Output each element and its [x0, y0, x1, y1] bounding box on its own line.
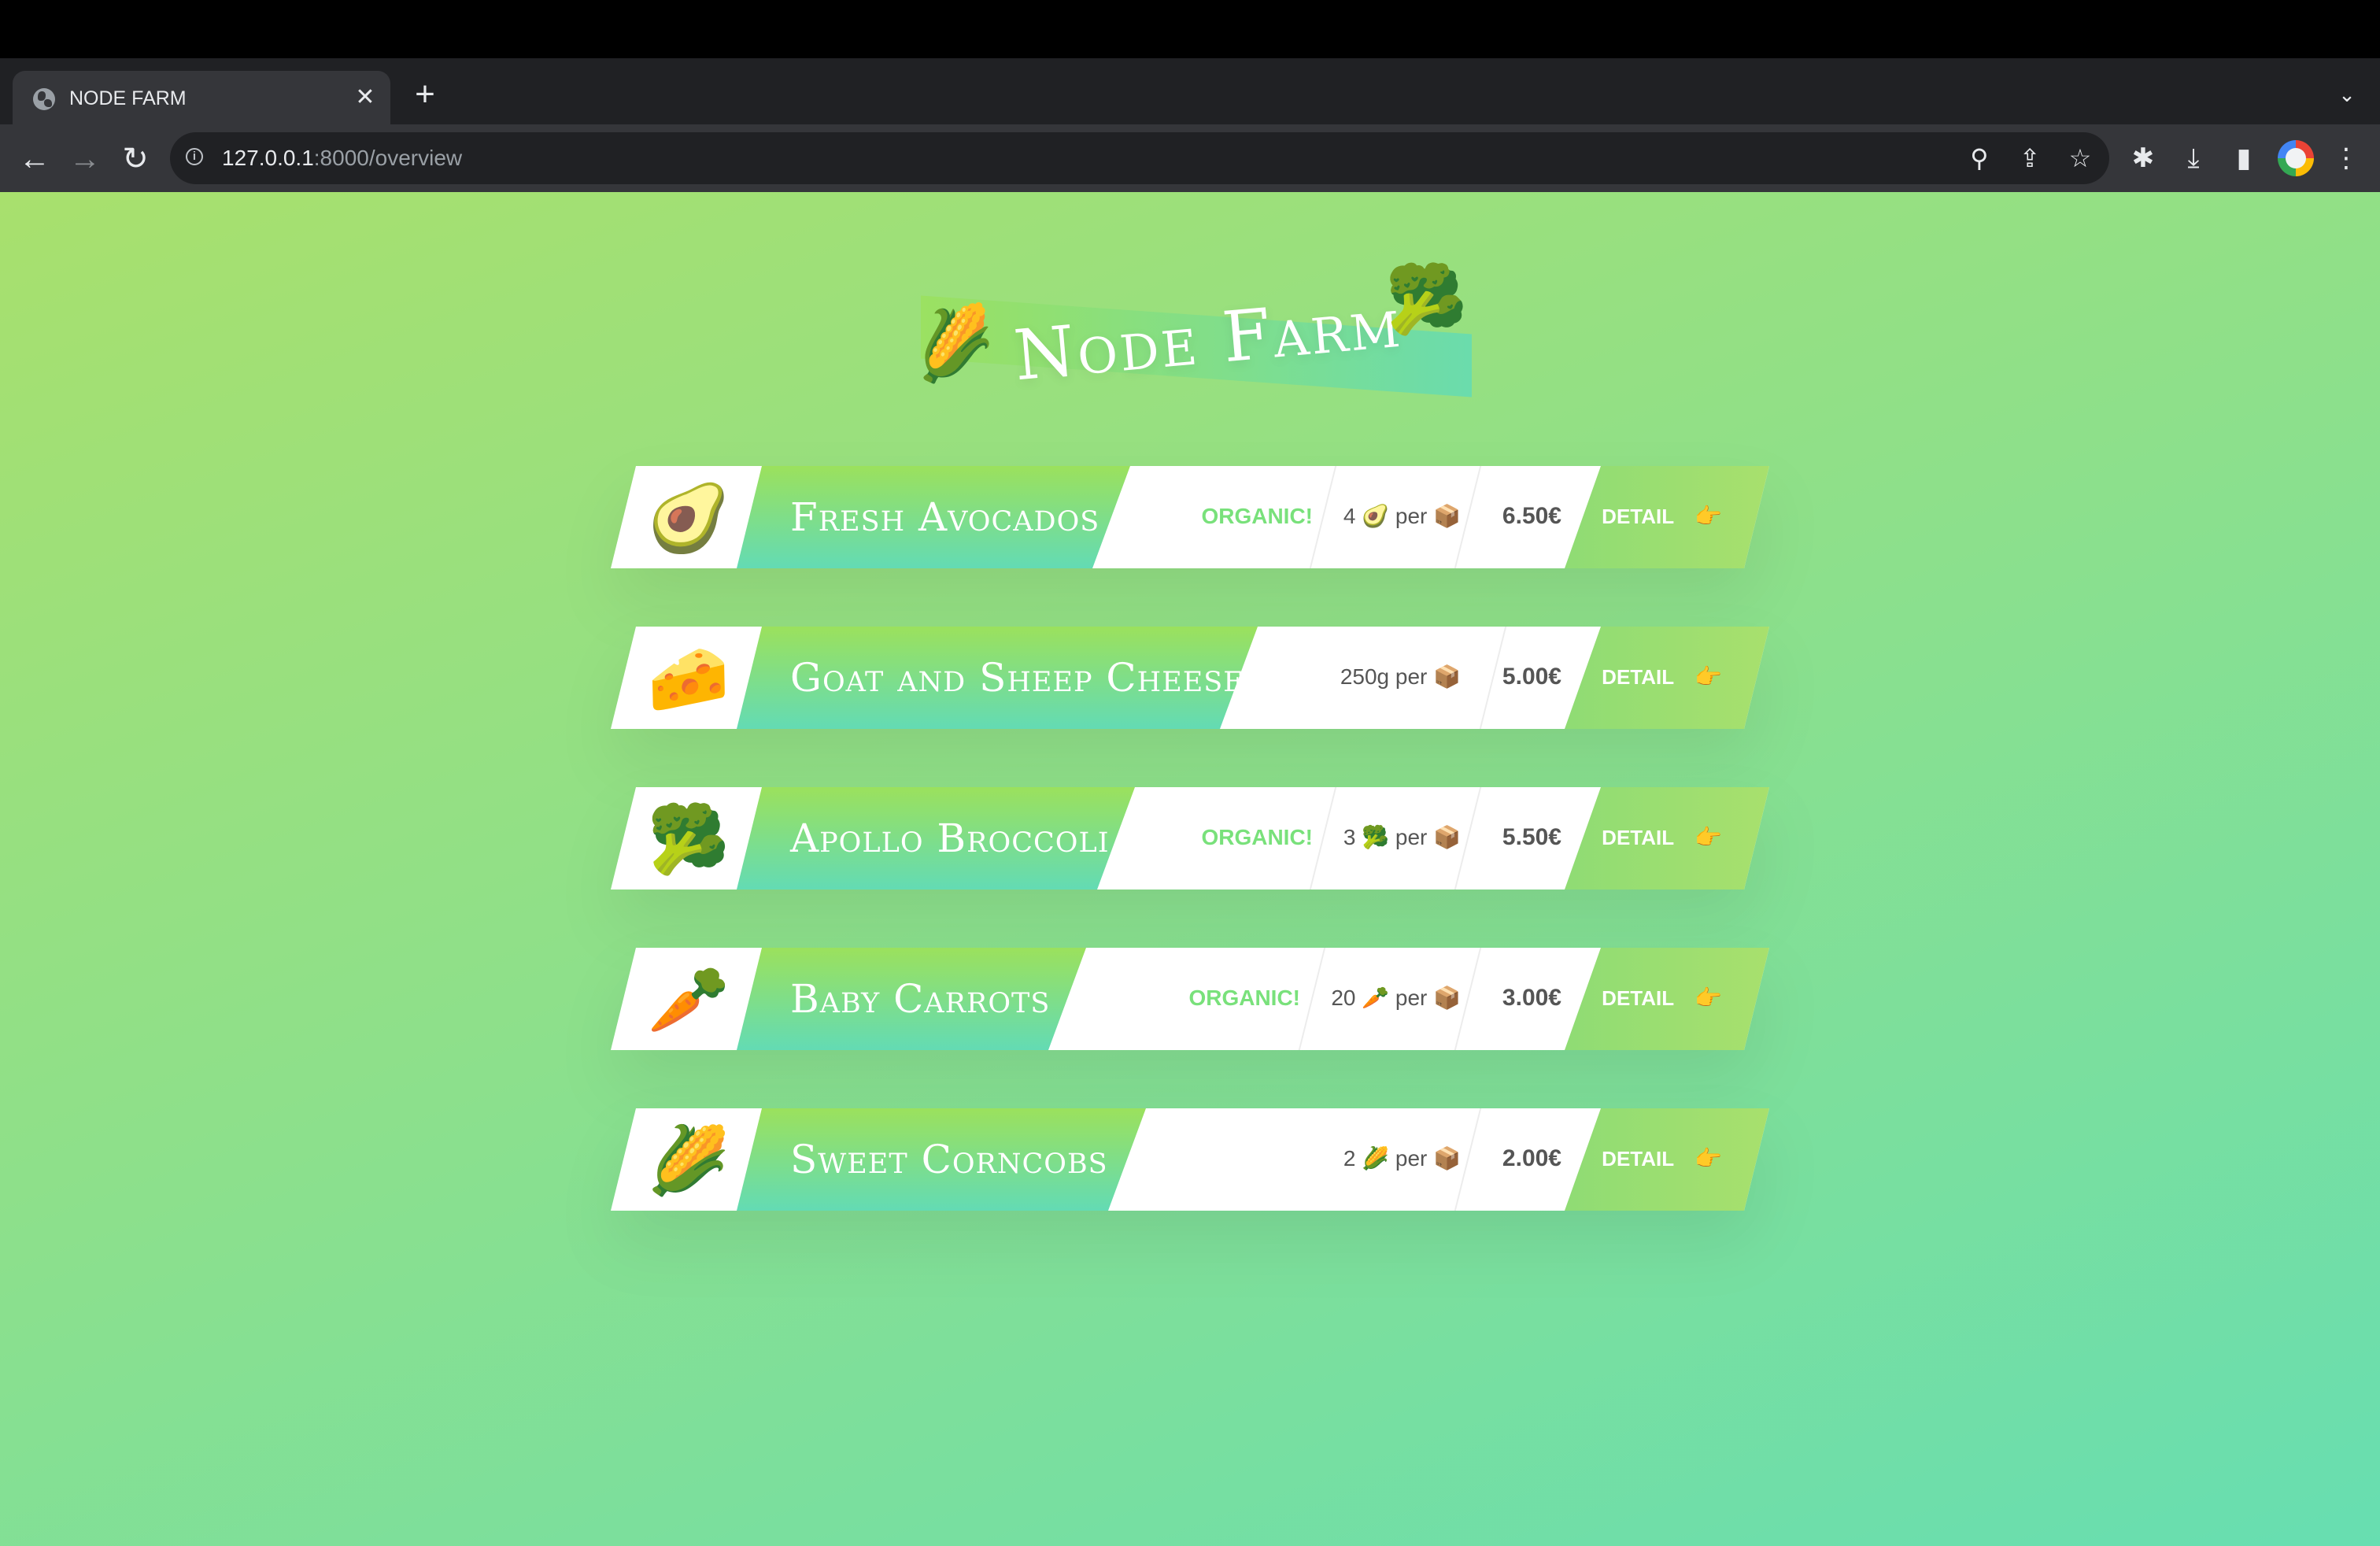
close-tab-icon[interactable]: ✕	[351, 83, 379, 112]
product-quantity: 250g per 📦	[1340, 664, 1461, 689]
tab-search-chevron-icon[interactable]: ⌄	[2330, 77, 2364, 112]
zoom-icon[interactable]: ⚲	[1963, 142, 1996, 175]
download-icon[interactable]: ⤓	[2175, 140, 2212, 176]
product-name: Apollo Broccoli	[790, 816, 1110, 861]
broccoli-icon: 🥦	[647, 802, 730, 876]
tab-title: NODE FARM	[69, 87, 187, 109]
detail-label: Detail	[1602, 986, 1675, 1010]
product-quantity: 4 🥑 per 📦	[1343, 504, 1461, 528]
product-name: Sweet Corncobs	[790, 1137, 1108, 1182]
corn-icon: 🌽	[647, 1123, 730, 1197]
product-name: Fresh Avocados	[790, 494, 1100, 540]
detail-label: Detail	[1602, 826, 1675, 849]
organic-badge: Organic!	[1201, 825, 1313, 849]
globe-icon	[33, 88, 55, 110]
carrot-icon: 🥕	[647, 963, 730, 1037]
detail-link[interactable]: Detail 👉	[1602, 501, 1722, 532]
new-tab-button[interactable]: +	[406, 76, 444, 113]
detail-label: Detail	[1602, 505, 1675, 528]
cheese-icon: 🧀	[647, 642, 730, 716]
bookmark-star-icon[interactable]: ☆	[2064, 142, 2097, 175]
product-card: 🥑 Fresh Avocados Organic! 4 🥑 per 📦 6.50…	[611, 466, 1769, 568]
detail-link[interactable]: Detail 👉	[1602, 1143, 1722, 1174]
product-price: 6.50€	[1502, 503, 1561, 529]
organic-badge: Organic!	[1188, 986, 1300, 1010]
pointing-hand-icon: 👉	[1694, 825, 1722, 849]
organic-badge: Organic!	[1201, 504, 1313, 528]
product-name: Goat and Sheep Cheese	[790, 655, 1244, 701]
detail-label: Detail	[1602, 1147, 1675, 1171]
side-panel-icon[interactable]: ▮	[2226, 140, 2262, 176]
product-name: Baby Carrots	[790, 976, 1051, 1022]
forward-arrow-icon[interactable]: →	[65, 139, 105, 179]
url-path: :8000/overview	[313, 146, 463, 170]
product-card: 🥦 Apollo Broccoli Organic! 3 🥦 per 📦 5.5…	[611, 787, 1769, 890]
avocado-icon: 🥑	[647, 481, 730, 555]
product-card: 🧀 Goat and Sheep Cheese 250g per 📦 5.00€…	[611, 627, 1769, 729]
broccoli-icon: 🥦	[1385, 262, 1468, 336]
product-card: 🥕 Baby Carrots Organic! 20 🥕 per 📦 3.00€…	[611, 948, 1769, 1050]
pointing-hand-icon: 👉	[1694, 986, 1722, 1010]
detail-link[interactable]: Detail 👉	[1602, 822, 1722, 853]
product-price: 5.00€	[1502, 664, 1561, 690]
pointing-hand-icon: 👉	[1694, 1146, 1722, 1171]
browser-menu-icon[interactable]: ⋮	[2328, 140, 2364, 176]
extensions-puzzle-icon[interactable]: ✱	[2125, 140, 2161, 176]
product-quantity: 3 🥦 per 📦	[1343, 825, 1461, 849]
corn-icon: 🌽	[907, 299, 1001, 387]
product-quantity: 2 🌽 per 📦	[1343, 1146, 1461, 1171]
url-text[interactable]: 127.0.0.1:8000/overview	[222, 145, 462, 172]
product-price: 5.50€	[1502, 824, 1561, 850]
address-bar[interactable]: i 127.0.0.1:8000/overview ⚲ ⇪ ☆	[170, 132, 2109, 184]
detail-link[interactable]: Detail 👉	[1602, 982, 1722, 1014]
back-arrow-icon[interactable]: ←	[14, 139, 55, 179]
reload-icon[interactable]: ↻	[115, 139, 156, 179]
browser-tab-strip: NODE FARM ✕ + ⌄	[0, 58, 2380, 124]
profile-avatar[interactable]	[2278, 140, 2314, 176]
browser-tab[interactable]: NODE FARM ✕	[13, 71, 390, 124]
detail-label: Detail	[1602, 665, 1675, 689]
page-content: 🌽 Node Farm 🥦 🥑 Fresh Avocados Organic! …	[0, 192, 2380, 1546]
product-list: 🥑 Fresh Avocados Organic! 4 🥑 per 📦 6.50…	[611, 466, 1769, 1269]
pointing-hand-icon: 👉	[1694, 664, 1722, 689]
product-quantity: 20 🥕 per 📦	[1331, 986, 1461, 1010]
product-price: 3.00€	[1502, 985, 1561, 1011]
site-logo: 🌽 Node Farm 🥦	[907, 236, 1480, 398]
share-icon[interactable]: ⇪	[2013, 142, 2046, 175]
pointing-hand-icon: 👉	[1694, 504, 1722, 528]
browser-toolbar: ← → ↻ i 127.0.0.1:8000/overview ⚲ ⇪ ☆ ✱ …	[0, 124, 2380, 192]
product-card: 🌽 Sweet Corncobs 2 🌽 per 📦 2.00€ Detail 👉	[611, 1108, 1769, 1211]
site-info-icon[interactable]: i	[186, 148, 203, 165]
os-top-bar	[0, 0, 2380, 58]
detail-link[interactable]: Detail 👉	[1602, 661, 1722, 693]
product-price: 2.00€	[1502, 1145, 1561, 1171]
url-host: 127.0.0.1	[222, 146, 314, 170]
